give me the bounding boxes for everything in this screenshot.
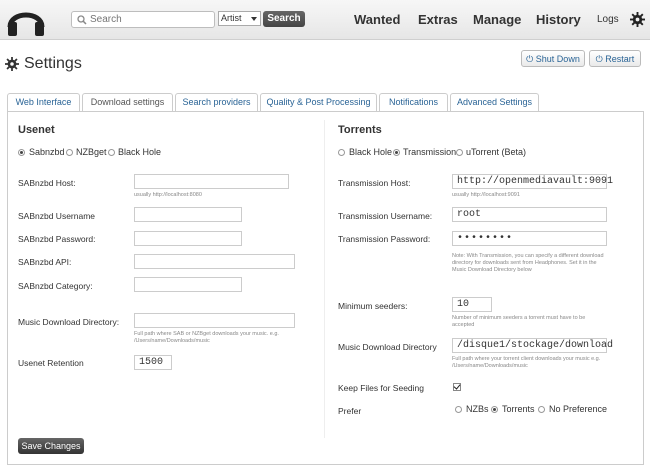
search-type-select[interactable]: Artist [218, 11, 261, 26]
sab-category-input[interactable] [134, 277, 242, 292]
radio-label-utorrent: uTorrent (Beta) [466, 147, 527, 157]
page-title: Settings [24, 55, 82, 72]
search-input[interactable] [90, 13, 212, 26]
torrent-music-dir-input[interactable]: /disque1/stockage/download [452, 338, 613, 353]
radio-prefer-none[interactable] [538, 406, 545, 413]
radio-sabnzbd[interactable] [18, 149, 25, 156]
chevron-down-icon [251, 17, 257, 21]
radio-label-prefer-none: No Preference [549, 404, 608, 414]
search-icon [77, 15, 87, 25]
tab-search-providers[interactable]: Search providers [175, 93, 258, 111]
sab-username-input[interactable] [134, 207, 242, 222]
restart-button[interactable]: ⏻ Restart [589, 50, 641, 67]
sab-username-label: SABnzbd Username [18, 211, 96, 221]
radio-blackhole-usenet[interactable] [108, 149, 115, 156]
min-seeders-hint-2: accepted [452, 322, 475, 328]
sab-password-label: SABnzbd Password: [18, 234, 96, 244]
radio-label-prefer-nzbs: NZBs [466, 404, 489, 414]
radio-nzbget[interactable] [66, 149, 73, 156]
usenet-title: Usenet [18, 124, 55, 136]
usenet-music-dir-label: Music Download Directory: [18, 317, 120, 327]
transmission-password-input[interactable]: •••••••• [452, 231, 607, 246]
usenet-music-dir-input[interactable] [134, 313, 295, 328]
torrent-music-dir-hint-2: /Users/name/Downloads/music [452, 363, 528, 369]
shutdown-label: Shut Down [535, 54, 580, 64]
search-type-value: Artist [221, 13, 242, 23]
transmission-host-hint: usually http://localhost:9091 [452, 192, 520, 198]
tab-web-interface[interactable]: Web Interface [7, 93, 80, 111]
radio-label-transmission: Transmission [403, 147, 457, 157]
transmission-username-label: Transmission Username: [338, 211, 433, 221]
nav-wanted[interactable]: Wanted [354, 12, 400, 27]
radio-label-prefer-torrents: Torrents [502, 404, 535, 414]
radio-prefer-torrents[interactable] [491, 406, 498, 413]
radio-label-nzbget: NZBget [76, 147, 107, 157]
torrent-music-dir-label: Music Download Directory [338, 342, 437, 352]
usenet-retention-input[interactable]: 1500 [134, 355, 172, 370]
top-bar: Artist Search Wanted Extras Manage Histo… [0, 0, 650, 40]
settings-gear-icon[interactable] [630, 12, 645, 27]
transmission-host-label: Transmission Host: [338, 178, 411, 188]
sab-api-label: SABnzbd API: [18, 257, 72, 267]
search-box[interactable] [71, 11, 215, 28]
radio-label-sabnzbd: Sabnzbd [29, 147, 65, 157]
torrents-title: Torrents [338, 124, 382, 136]
transmission-host-input[interactable]: http://openmediavault:9091 [452, 174, 613, 189]
radio-utorrent[interactable] [456, 149, 463, 156]
usenet-music-dir-hint-2: /Users/name/Downloads/music [134, 338, 210, 344]
transmission-note-1: Note: With Transmission, you can specify… [452, 253, 604, 259]
nav-extras[interactable]: Extras [418, 12, 458, 27]
min-seeders-input[interactable]: 10 [452, 297, 492, 312]
search-button[interactable]: Search [263, 11, 305, 27]
sab-host-label: SABnzbd Host: [18, 178, 76, 188]
torrent-music-dir-hint-1: Full path where your torrent client down… [452, 356, 601, 362]
nav-history[interactable]: History [536, 12, 581, 27]
sab-host-hint: usually http://localhost:8080 [134, 192, 202, 198]
nav-manage[interactable]: Manage [473, 12, 521, 27]
transmission-note-2: directory for downloads sent from Headph… [452, 260, 597, 266]
min-seeders-hint-1: Number of minimum seeders a torrent must… [452, 315, 586, 321]
keep-files-checkbox[interactable] [453, 383, 461, 391]
sab-password-input[interactable] [134, 231, 242, 246]
sab-api-input[interactable] [134, 254, 295, 269]
radio-prefer-nzbs[interactable] [455, 406, 462, 413]
sab-host-input[interactable] [134, 174, 289, 189]
headphones-logo-icon[interactable] [6, 3, 46, 37]
keep-files-label: Keep Files for Seeding [338, 383, 424, 393]
transmission-username-input[interactable]: root [452, 207, 607, 222]
tab-quality-post-processing[interactable]: Quality & Post Processing [260, 93, 377, 111]
prefer-label: Prefer [338, 406, 362, 416]
transmission-note-3: Music Download Directory below [452, 267, 532, 273]
usenet-music-dir-hint-1: Full path where SAB or NZBget downloads … [134, 331, 279, 337]
radio-label-blackhole-usenet: Black Hole [118, 147, 162, 157]
power-icon: ⏻ [526, 54, 536, 64]
restart-icon: ⏻ [595, 54, 606, 64]
settings-title-gear-icon [5, 57, 19, 71]
radio-blackhole-torrent[interactable] [338, 149, 345, 156]
tab-download-settings[interactable]: Download settings [82, 93, 173, 112]
tab-notifications[interactable]: Notifications [379, 93, 448, 111]
min-seeders-label: Minimum seeders: [338, 301, 408, 311]
shutdown-button[interactable]: ⏻ Shut Down [521, 50, 585, 67]
nav-logs[interactable]: Logs [597, 14, 619, 25]
column-divider [324, 120, 325, 438]
radio-transmission[interactable] [393, 149, 400, 156]
settings-tabs: Web Interface Download settings Search p… [7, 93, 644, 112]
radio-label-blackhole-torrent: Black Hole [349, 147, 393, 157]
transmission-password-label: Transmission Password: [338, 234, 431, 244]
sab-category-label: SABnzbd Category: [18, 281, 93, 291]
restart-label: Restart [605, 54, 635, 64]
usenet-retention-label: Usenet Retention [18, 358, 84, 368]
save-changes-button[interactable]: Save Changes [18, 438, 84, 454]
tab-advanced-settings[interactable]: Advanced Settings [450, 93, 539, 111]
